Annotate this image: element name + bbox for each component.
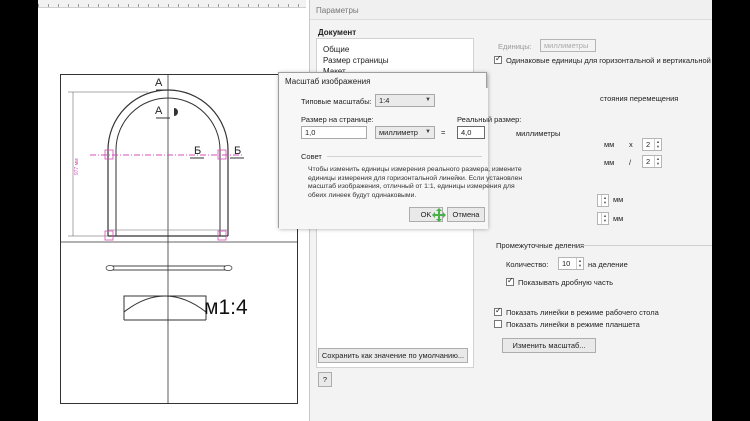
scale-annotation: м1:4 bbox=[204, 296, 248, 319]
same-units-checkbox[interactable] bbox=[494, 54, 502, 64]
unit-mm-2: мм bbox=[604, 158, 615, 167]
unit-mm-3: мм bbox=[613, 195, 624, 204]
move-cursor-icon bbox=[432, 208, 446, 222]
page-unit-select[interactable]: миллиметр ▼ bbox=[375, 126, 435, 139]
drawing-canvas[interactable]: 977 мм А А Б Б м1:4 bbox=[38, 0, 306, 421]
typical-scales-label: Типовые масштабы: bbox=[301, 97, 372, 106]
show-rulers-tablet-checkbox[interactable] bbox=[494, 320, 502, 328]
spinner-arrows-1[interactable]: ▲ ▼ bbox=[597, 194, 609, 207]
screen: 977 мм А А Б Б м1:4 Параметры Документ О… bbox=[38, 0, 712, 421]
units-select[interactable]: миллиметры bbox=[540, 39, 596, 52]
group-separator bbox=[580, 245, 712, 246]
advice-separator bbox=[327, 156, 482, 157]
real-size-input[interactable]: 4,0 bbox=[457, 126, 485, 139]
label-b-left: Б bbox=[194, 145, 201, 157]
unit-mm-4: мм bbox=[613, 214, 624, 223]
show-fraction-checkbox[interactable] bbox=[506, 276, 514, 286]
slash-label: / bbox=[629, 158, 632, 167]
label-b-right: Б bbox=[234, 145, 241, 157]
dialog-body: Типовые масштабы: 1:4 ▼ Размер на страниц… bbox=[279, 88, 521, 229]
show-rulers-desktop-checkbox[interactable] bbox=[494, 306, 502, 316]
change-scale-button[interactable]: Изменить масштаб... bbox=[502, 338, 596, 353]
tree-item-page-size[interactable]: Размер страницы bbox=[323, 56, 389, 65]
value-b-spinner[interactable]: 2 ▲ ▼ bbox=[642, 155, 662, 168]
spinner-arrows-2[interactable]: ▲ ▼ bbox=[597, 212, 609, 225]
equals-sign: = bbox=[441, 128, 446, 137]
move-distance-label: стояния перемещения bbox=[600, 94, 679, 103]
typical-scales-select[interactable]: 1:4 ▼ bbox=[375, 94, 435, 107]
real-size-label: Реальный размер: bbox=[457, 115, 522, 124]
value-a-spinner[interactable]: 2 ▲ ▼ bbox=[642, 138, 662, 151]
show-rulers-desktop-label: Показать линейки в режиме рабочего стола bbox=[506, 308, 659, 317]
count-label: Количество: bbox=[506, 260, 549, 269]
rod-side bbox=[109, 265, 229, 271]
settings-panel: Единицы: миллиметры Одинаковые единицы д… bbox=[480, 38, 712, 368]
dialog-title: Масштаб изображения bbox=[285, 77, 371, 86]
advice-text: Чтобы изменить единицы измерения реально… bbox=[308, 166, 523, 199]
tree-item-general[interactable]: Общие bbox=[323, 45, 349, 54]
same-units-label: Одинаковые единицы для горизонтальной и … bbox=[506, 56, 712, 65]
advice-heading: Совет bbox=[301, 152, 322, 161]
show-fraction-label: Показывать дробную часть bbox=[518, 278, 614, 287]
units-label: Единицы: bbox=[498, 42, 532, 51]
real-unit-label: миллиметры bbox=[516, 129, 561, 138]
page-size-label: Размер на странице: bbox=[301, 115, 374, 124]
label-a-bottom: А bbox=[155, 105, 163, 117]
per-division-label: на деление bbox=[588, 260, 628, 269]
page-size-input[interactable]: 1,0 bbox=[301, 126, 367, 139]
x-label: x bbox=[629, 140, 633, 149]
parameters-title-bar[interactable]: Параметры bbox=[310, 0, 712, 20]
image-scale-dialog: Масштаб изображения Типовые масштабы: 1:… bbox=[278, 72, 521, 229]
cancel-button[interactable]: Отмена bbox=[447, 207, 485, 222]
intermediate-divisions-heading: Промежуточные деления bbox=[496, 241, 585, 250]
count-spinner[interactable]: 10 ▲ ▼ bbox=[558, 257, 584, 270]
unit-mm-1: мм bbox=[604, 140, 615, 149]
show-rulers-tablet-label: Показать линейки в режиме планшета bbox=[506, 320, 640, 329]
label-a-top: А bbox=[155, 77, 163, 89]
technical-drawing[interactable]: 977 мм А А Б Б bbox=[38, 0, 306, 421]
dimension-text: 977 мм bbox=[74, 158, 80, 175]
help-button[interactable]: ? bbox=[318, 372, 332, 387]
parameters-title: Параметры bbox=[316, 6, 359, 15]
section-heading: Документ bbox=[318, 28, 357, 37]
save-default-button[interactable]: Сохранить как значение по умолчанию... bbox=[318, 348, 468, 363]
